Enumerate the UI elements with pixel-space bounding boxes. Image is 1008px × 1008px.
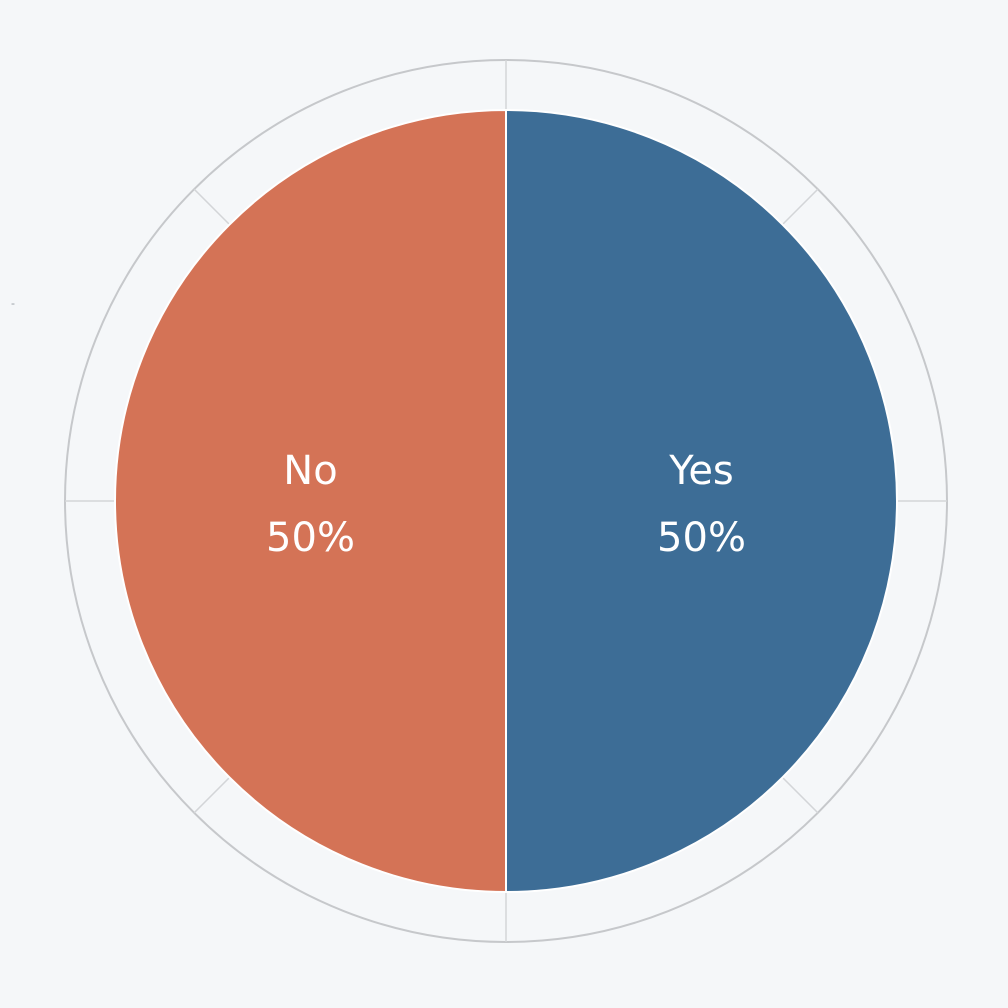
slice-label-yes: Yes — [668, 448, 734, 494]
pie-slice-no — [114, 108, 507, 894]
slice-value-yes: 50% — [657, 515, 746, 561]
pie-chart-svg: Yes 50% No 50% — [64, 59, 948, 943]
slice-value-no: 50% — [266, 515, 355, 561]
stray-dash-mark: - — [11, 296, 15, 310]
slice-label-no: No — [283, 448, 337, 494]
pie-slice-yes — [505, 108, 898, 894]
pie-chart: Yes 50% No 50% - — [0, 0, 1008, 1008]
slices — [114, 108, 898, 894]
